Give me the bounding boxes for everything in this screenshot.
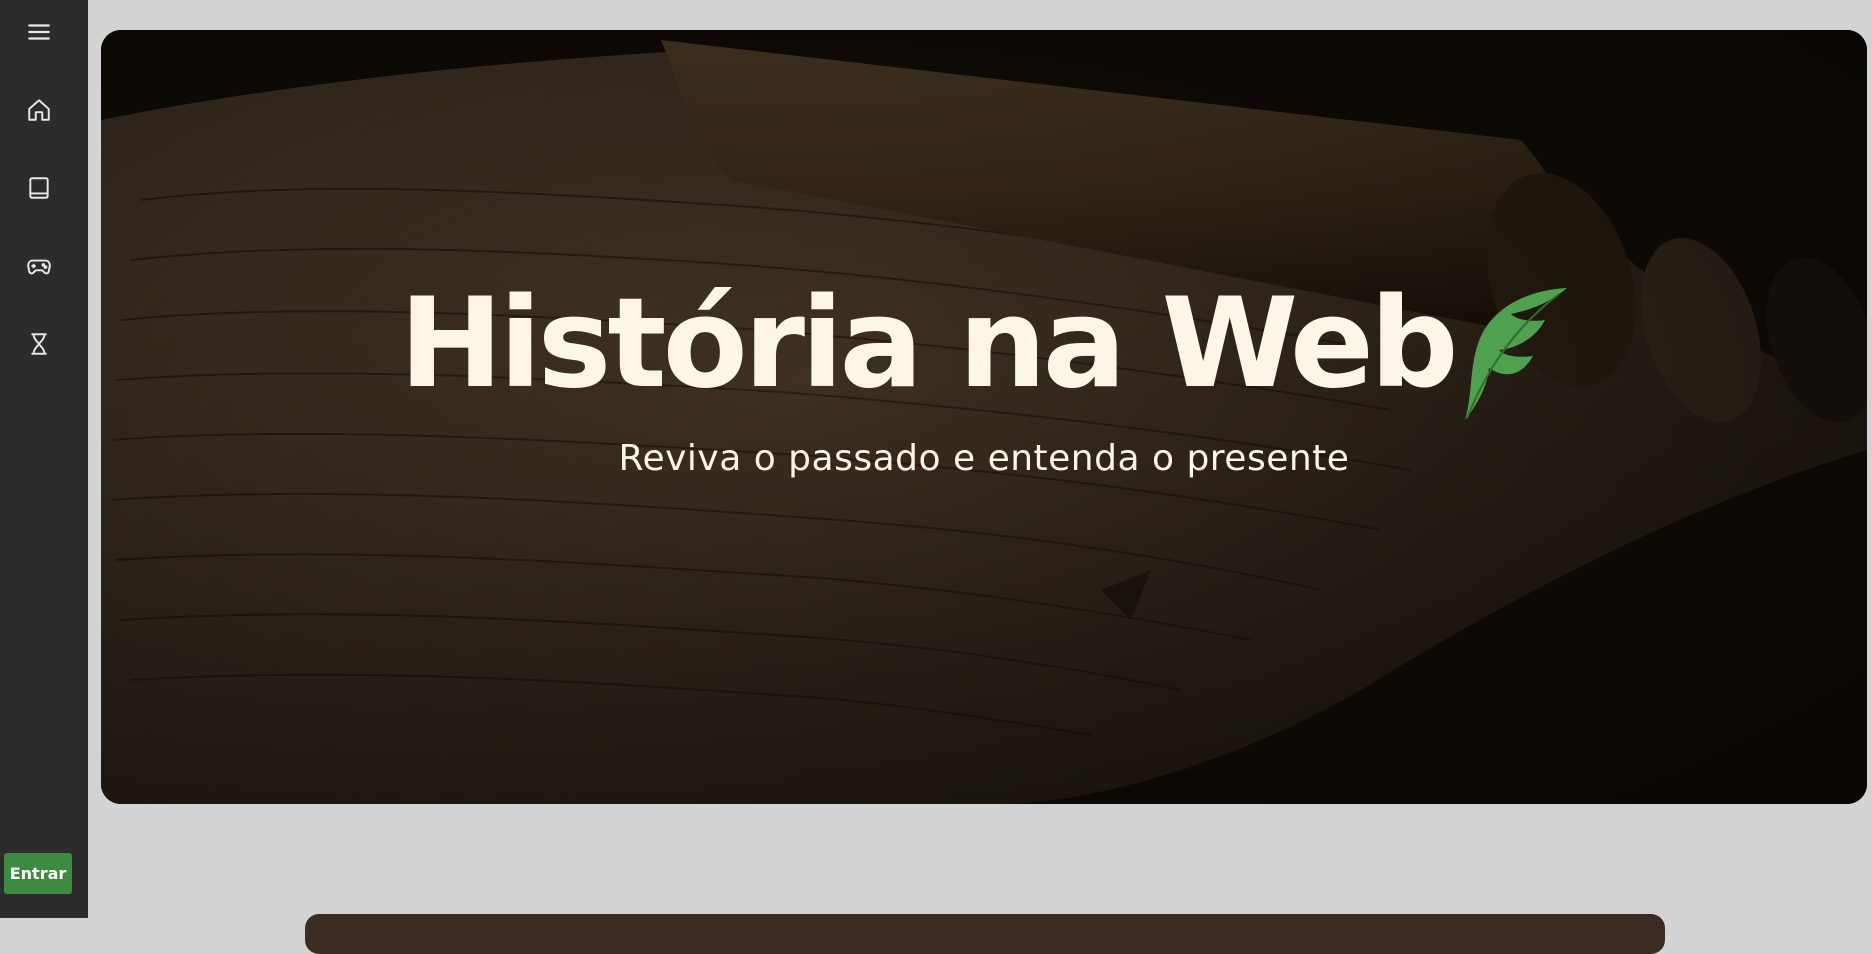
nav-home-button[interactable] [0,78,78,142]
sidebar: Entrar [0,0,88,918]
gamepad-icon [27,259,51,275]
feather-icon [1464,288,1567,420]
hero-background-image [101,30,1867,804]
next-section-card [305,914,1665,954]
menu-button[interactable] [0,0,78,64]
hero-title: História na Web [101,272,1867,420]
nav-games-button[interactable] [0,234,78,298]
nav-book-button[interactable] [0,156,78,220]
nav-timeline-button[interactable] [0,312,78,376]
login-button[interactable]: Entrar [4,853,72,894]
home-icon [28,99,50,121]
hourglass-icon [31,333,47,355]
book-icon [29,177,49,199]
hero-title-text: História na Web [399,272,1458,416]
hero-subtitle: Reviva o passado e entenda o presente [618,438,1350,479]
menu-icon [28,24,50,40]
hero-banner: História na Web Reviva o passado e enten… [101,30,1867,804]
